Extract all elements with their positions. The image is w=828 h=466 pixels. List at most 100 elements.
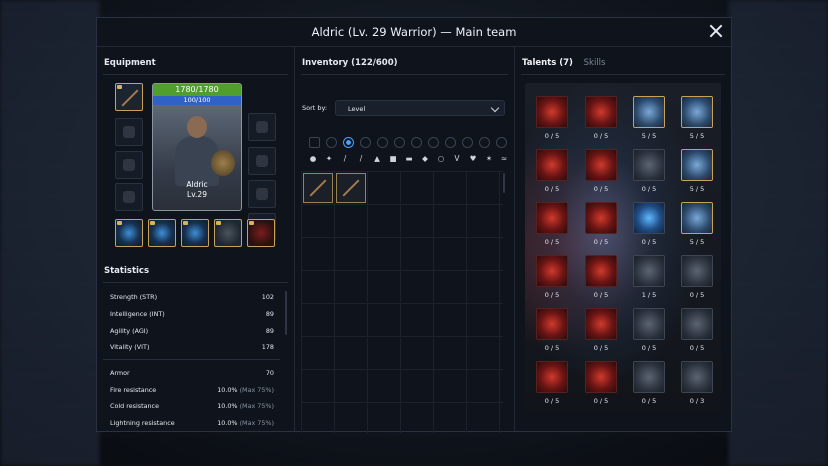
ring-slot[interactable] xyxy=(248,147,276,175)
mp-bar: 100/100 xyxy=(153,96,241,105)
gem-slot-4[interactable] xyxy=(214,219,242,247)
gem-slot-1[interactable] xyxy=(115,219,143,247)
gem-slot-5[interactable] xyxy=(247,219,275,247)
amulet-slot[interactable] xyxy=(248,180,276,208)
talent-node-5-2[interactable] xyxy=(585,308,617,340)
lock-icon xyxy=(117,85,122,89)
weapon-slot[interactable] xyxy=(115,83,143,111)
tab-skills[interactable]: Skills xyxy=(584,58,606,68)
talent-count: 5 / 5 xyxy=(641,132,657,140)
gloves-slot[interactable] xyxy=(248,113,276,141)
gloves-icon[interactable]: ◆ xyxy=(421,155,429,163)
misc-icon[interactable]: ≈ xyxy=(500,155,508,163)
filter-rarity-4[interactable] xyxy=(377,137,388,148)
ring-icon[interactable]: ○ xyxy=(437,155,445,163)
lock-icon xyxy=(117,221,122,225)
sort-dropdown[interactable]: Level xyxy=(335,100,505,116)
inventory-panel: Inventory (122/600) Sort by: Level ● ✦ /… xyxy=(295,47,515,433)
talent-count: 0 / 5 xyxy=(593,132,609,140)
inventory-item-spear-1[interactable] xyxy=(303,173,333,203)
res-max: (Max 75%) xyxy=(239,419,274,427)
talent-tree: 0 / 5 0 / 5 5 / 5 5 / 5 0 / 5 0 / 5 0 / 5 5 / 5… xyxy=(525,83,721,413)
filter-rarity-11[interactable] xyxy=(496,137,507,148)
tab-talents[interactable]: Talents (7) xyxy=(522,58,573,68)
axe-icon[interactable]: ✦ xyxy=(325,155,333,163)
filter-rarity-7[interactable] xyxy=(428,137,439,148)
amulet-icon[interactable]: V xyxy=(453,155,461,163)
talent-node-4-3[interactable] xyxy=(633,255,665,287)
stat-fire-res: Fire resistance 10.0% (Max 75%) xyxy=(110,386,274,394)
belt-icon[interactable]: ▬ xyxy=(405,155,413,163)
talent-count: 0 / 5 xyxy=(593,291,609,299)
talent-node-4-1[interactable] xyxy=(536,255,568,287)
talent-node-6-4[interactable] xyxy=(681,361,713,393)
inventory-item-spear-2[interactable] xyxy=(336,173,366,203)
talent-node-6-1[interactable] xyxy=(536,361,568,393)
talent-node-5-3[interactable] xyxy=(633,308,665,340)
stats-scrollbar[interactable] xyxy=(285,291,287,335)
stat-armor: Armor 70 xyxy=(110,369,274,377)
belt-slot[interactable] xyxy=(115,183,143,211)
gem-slot-3[interactable] xyxy=(181,219,209,247)
talents-panel: Talents (7) Skills 0 / 50 / 55 / 55 / 50… xyxy=(515,47,731,431)
spear-icon xyxy=(342,179,360,197)
lock-icon xyxy=(150,221,155,225)
hero-portrait: 1780/1780 100/100 Aldric Lv.29 xyxy=(152,83,242,211)
talent-node-1-2[interactable] xyxy=(585,96,617,128)
talent-node-2-1[interactable] xyxy=(536,149,568,181)
talent-node-5-4[interactable] xyxy=(681,308,713,340)
filter-rarity-2[interactable] xyxy=(343,137,354,148)
filter-rarity-5[interactable] xyxy=(394,137,405,148)
sword-icon[interactable]: / xyxy=(341,155,349,163)
talent-node-3-4[interactable] xyxy=(681,202,713,234)
res-max: (Max 75%) xyxy=(239,402,274,410)
shield-icon xyxy=(211,150,235,176)
stat-label: Armor xyxy=(110,369,130,377)
talent-node-1-3[interactable] xyxy=(633,96,665,128)
chest-armor-icon[interactable]: ■ xyxy=(389,155,397,163)
gem-icon[interactable]: ✶ xyxy=(485,155,493,163)
gem-slot-2[interactable] xyxy=(148,219,176,247)
spear-icon[interactable]: / xyxy=(357,155,365,163)
divider xyxy=(103,282,288,283)
talent-node-4-2[interactable] xyxy=(585,255,617,287)
filter-rarity-9[interactable] xyxy=(462,137,473,148)
helmet-icon[interactable]: ▲ xyxy=(373,155,381,163)
res-value: 10.0% xyxy=(217,419,238,427)
talent-node-1-1[interactable] xyxy=(536,96,568,128)
talent-node-6-2[interactable] xyxy=(585,361,617,393)
inventory-grid xyxy=(301,171,503,433)
talent-node-2-4[interactable] xyxy=(681,149,713,181)
ring-icon xyxy=(256,155,268,167)
talent-node-6-3[interactable] xyxy=(633,361,665,393)
talent-tabs: Talents (7) Skills xyxy=(522,58,605,68)
talent-node-3-2[interactable] xyxy=(585,202,617,234)
hero-name: Aldric xyxy=(186,180,208,189)
inventory-scrollbar[interactable] xyxy=(503,173,505,193)
talent-node-4-4[interactable] xyxy=(681,255,713,287)
talent-node-5-1[interactable] xyxy=(536,308,568,340)
filter-rarity-8[interactable] xyxy=(445,137,456,148)
filter-rarity-6[interactable] xyxy=(411,137,422,148)
talent-count: 0 / 5 xyxy=(593,185,609,193)
helmet-slot[interactable] xyxy=(115,118,143,146)
talent-node-1-4[interactable] xyxy=(681,96,713,128)
filter-rarity-10[interactable] xyxy=(479,137,490,148)
cape-icon[interactable]: ♥ xyxy=(469,155,477,163)
stat-value: 178 xyxy=(261,343,274,351)
person-icon[interactable]: ● xyxy=(309,155,317,163)
filter-rarity-1[interactable] xyxy=(326,137,337,148)
stat-value: 89 xyxy=(265,310,274,318)
filter-rarity-all[interactable] xyxy=(309,137,320,148)
stat-value: 102 xyxy=(261,293,274,301)
close-icon[interactable] xyxy=(709,24,723,38)
stat-label: Vitality (VIT) xyxy=(110,343,150,351)
talent-node-2-3[interactable] xyxy=(633,149,665,181)
chest-slot[interactable] xyxy=(115,151,143,179)
talent-node-3-1[interactable] xyxy=(536,202,568,234)
stat-value: 89 xyxy=(265,327,274,335)
talent-node-2-2[interactable] xyxy=(585,149,617,181)
talent-node-3-3[interactable] xyxy=(633,202,665,234)
amulet-icon xyxy=(256,188,268,200)
filter-rarity-3[interactable] xyxy=(360,137,371,148)
